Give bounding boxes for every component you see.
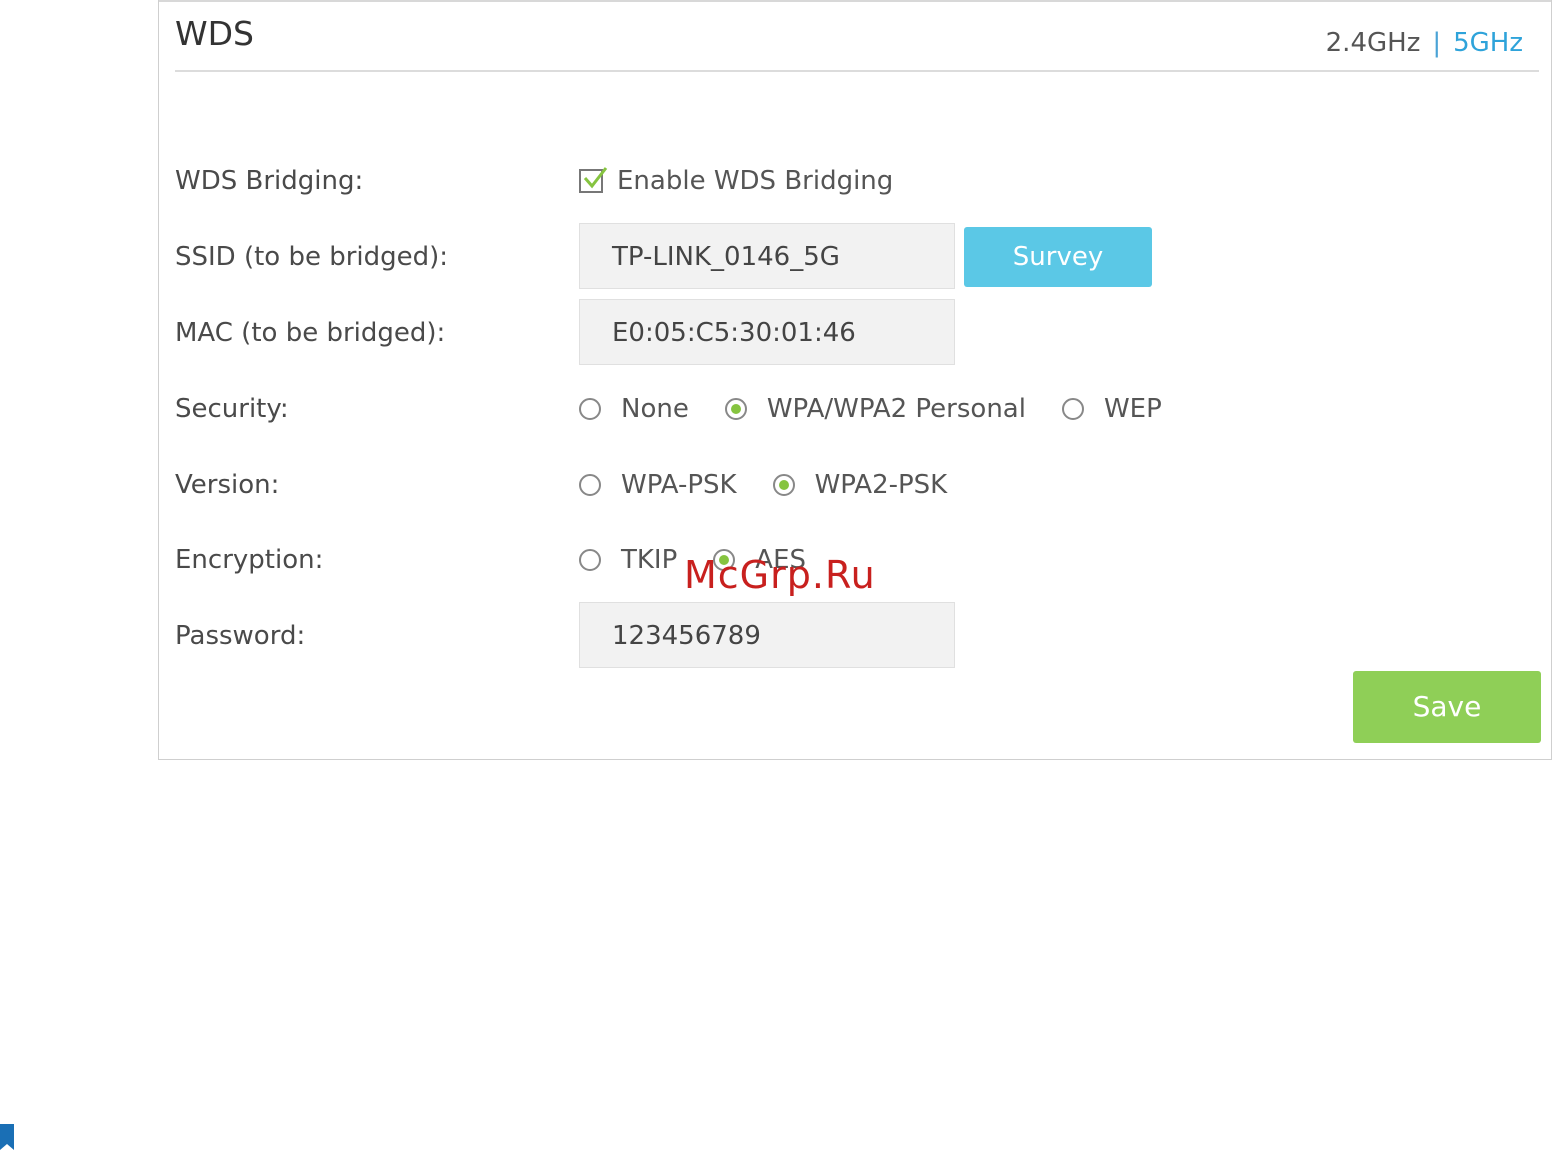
version-wpa2-psk-label: WPA2-PSK: [814, 470, 948, 500]
security-option-wep[interactable]: WEP: [1061, 394, 1162, 424]
wds-bridging-control: Enable WDS Bridging: [579, 161, 893, 201]
encryption-tkip-label: TKIP: [621, 545, 678, 575]
security-wep-radio[interactable]: [1061, 398, 1084, 420]
encryption-option-tkip[interactable]: TKIP: [579, 545, 677, 575]
version-option-wpa-psk[interactable]: WPA-PSK: [579, 470, 737, 500]
wds-panel: WDS 2.4GHz | 5GHz WDS Bridging: Enable WDS…: [158, 0, 1552, 760]
band-switcher: 2.4GHz | 5GHz: [1326, 28, 1523, 58]
security-option-none[interactable]: None: [579, 394, 689, 424]
encryption-tkip-radio[interactable]: [579, 549, 601, 571]
version-option-wpa2-psk[interactable]: WPA2-PSK: [772, 470, 948, 500]
band-5ghz-link[interactable]: 5GHz: [1453, 28, 1523, 58]
security-wpa-label: WPA/WPA2 Personal: [766, 394, 1026, 424]
security-option-wpa[interactable]: WPA/WPA2 Personal: [724, 394, 1026, 424]
wds-bridging-label: WDS Bridging:: [175, 166, 364, 196]
version-wpa2-psk-radio[interactable]: [772, 474, 795, 496]
save-button[interactable]: Save: [1353, 671, 1541, 743]
mac-input[interactable]: E0:05:C5:30:01:46: [579, 299, 955, 365]
ssid-input[interactable]: TP-LINK_0146_5G: [579, 223, 955, 289]
security-none-label: None: [621, 394, 689, 424]
band-separator: |: [1432, 28, 1442, 58]
security-none-radio[interactable]: [579, 398, 601, 420]
page-title: WDS: [175, 14, 254, 53]
security-wep-label: WEP: [1103, 394, 1162, 424]
encryption-label: Encryption:: [175, 545, 324, 575]
security-row: Security: None WPA/WPA2 Personal WEP: [175, 389, 1535, 429]
mac-label: MAC (to be bridged):: [175, 318, 446, 348]
version-wpa-psk-radio[interactable]: [579, 474, 601, 496]
ssid-label: SSID (to be bridged):: [175, 242, 449, 272]
band-24ghz-link[interactable]: 2.4GHz: [1326, 28, 1421, 58]
version-label: Version:: [175, 470, 280, 500]
enable-wds-label[interactable]: Enable WDS Bridging: [617, 166, 893, 196]
version-wpa-psk-label: WPA-PSK: [621, 470, 737, 500]
password-input[interactable]: 123456789: [579, 602, 955, 668]
enable-wds-checkbox[interactable]: [579, 167, 608, 193]
security-options: None WPA/WPA2 Personal WEP: [579, 389, 1198, 429]
watermark: McGrp.Ru: [684, 553, 876, 597]
checkmark-icon: [583, 167, 608, 189]
survey-button[interactable]: Survey: [964, 227, 1152, 287]
security-label: Security:: [175, 394, 289, 424]
security-wpa-radio[interactable]: [724, 398, 747, 420]
title-divider: [175, 70, 1539, 72]
version-row: Version: WPA-PSK WPA2-PSK: [175, 465, 1535, 505]
version-options: WPA-PSK WPA2-PSK: [579, 465, 983, 505]
password-label: Password:: [175, 621, 306, 651]
wds-bridging-row: WDS Bridging: Enable WDS Bridging: [175, 161, 1535, 201]
